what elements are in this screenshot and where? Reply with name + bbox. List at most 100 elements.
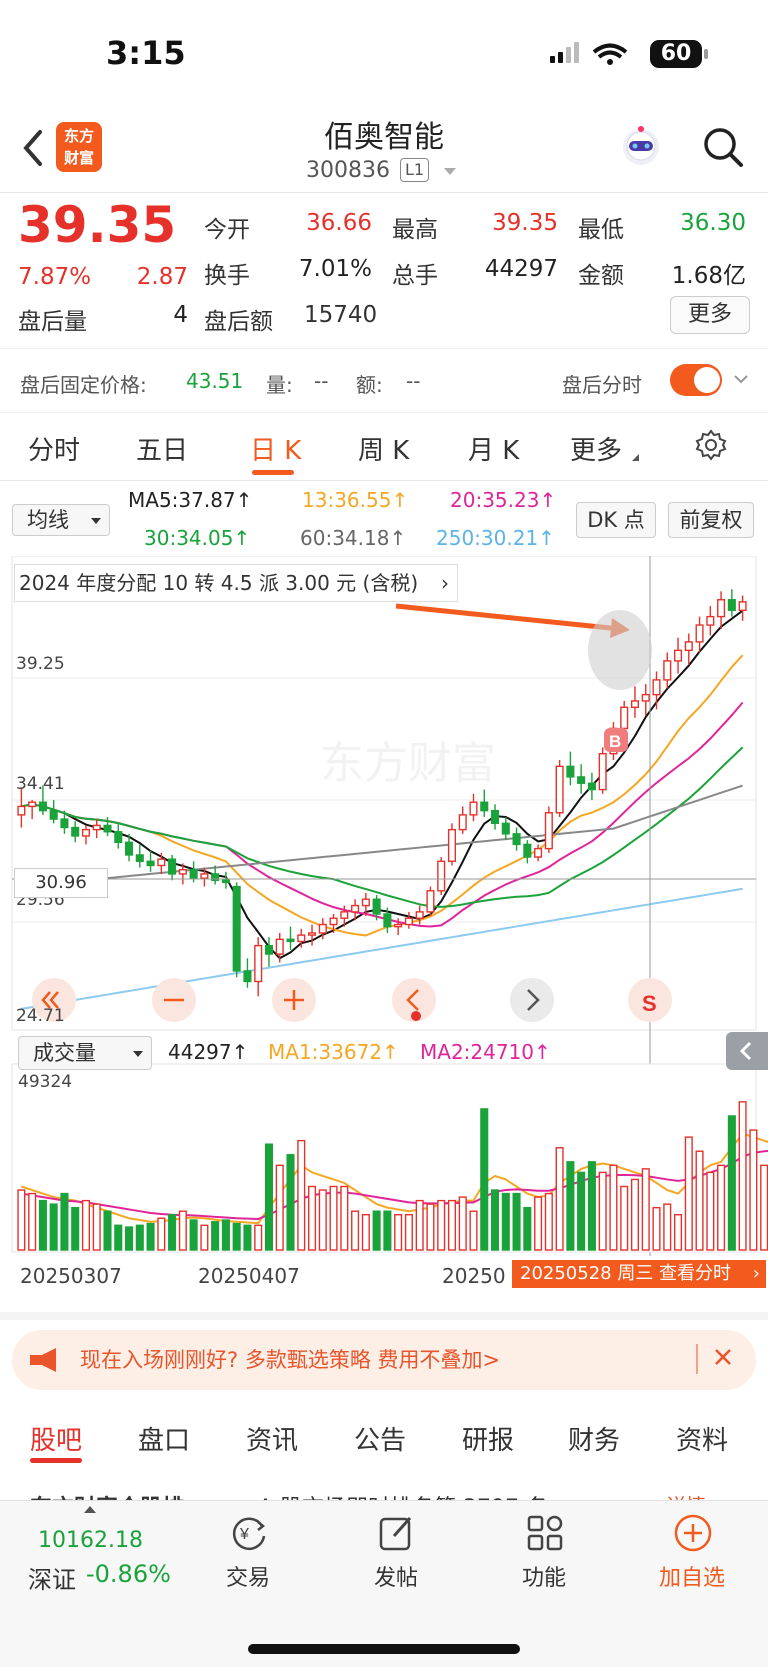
tab-news[interactable]: 资讯 (246, 1420, 298, 1457)
volume-bar (157, 1217, 166, 1251)
volume-bar (329, 1185, 338, 1251)
tab-more[interactable]: 更多 (570, 430, 622, 467)
volume-bar (124, 1226, 134, 1251)
volume-indicator-selector[interactable]: 成交量 (18, 1036, 152, 1070)
volume-max-label: 49324 (18, 1072, 73, 1092)
y-tick-2: 34.41 (16, 774, 65, 794)
volume-bar (81, 1199, 91, 1251)
tab-financials[interactable]: 财务 (568, 1420, 620, 1457)
post-icon[interactable] (376, 1512, 418, 1554)
selected-date-text: 20250528 周三 查看分时 (520, 1263, 732, 1284)
kline-chart[interactable]: 东方财富 B S (0, 556, 768, 1316)
nav-functions[interactable]: 功能 (494, 1560, 594, 1592)
dk-point-button[interactable]: DK 点 (576, 502, 656, 538)
volume-bar (609, 1164, 618, 1251)
chevron-left-icon (739, 1041, 752, 1061)
volume-bar (297, 1139, 306, 1251)
candle-body (383, 913, 392, 928)
gear-icon[interactable] (694, 428, 728, 462)
chevron-right-icon: › (441, 571, 449, 595)
tab-daily-k[interactable]: 日 K (250, 430, 301, 467)
tab-order-book[interactable]: 盘口 (138, 1420, 190, 1457)
volume-bar (114, 1224, 123, 1251)
tab-forum[interactable]: 股吧 (30, 1420, 82, 1457)
date-label-3: 20250 (442, 1264, 506, 1288)
tab-five-day[interactable]: 五日 (136, 430, 188, 467)
tab-monthly-k[interactable]: 月 K (468, 430, 519, 467)
candle-body (286, 938, 295, 943)
candle-body (620, 706, 629, 730)
next-button[interactable] (510, 978, 554, 1022)
adjustment-button[interactable]: 前复权 (668, 502, 754, 538)
volume-bar (415, 1199, 424, 1251)
volume-bar (383, 1210, 392, 1251)
chevron-down-icon[interactable] (734, 372, 748, 386)
level-badge[interactable]: L1 (400, 158, 430, 182)
nav-post[interactable]: 发帖 (346, 1560, 446, 1592)
fixed-price-value: 43.51 (186, 369, 244, 393)
search-icon[interactable] (700, 124, 746, 170)
tab-announcements[interactable]: 公告 (354, 1420, 406, 1457)
volume-bar (275, 1164, 284, 1251)
candle-body (663, 660, 672, 681)
battery-nub (704, 49, 708, 59)
candle-body (404, 917, 413, 926)
sell-marker-button[interactable]: S (628, 978, 672, 1022)
indicator-selector[interactable]: 均线 (12, 504, 110, 536)
zoom-out-button[interactable] (152, 978, 196, 1022)
volume-bar (749, 1129, 758, 1251)
tab-research[interactable]: 研报 (462, 1420, 514, 1457)
volume-bar (512, 1192, 521, 1251)
volume-bar (544, 1192, 553, 1251)
apps-icon[interactable] (524, 1512, 566, 1554)
volume-bar (566, 1161, 575, 1251)
volume-bar (394, 1214, 403, 1251)
zoom-in-button[interactable] (272, 978, 316, 1022)
volume-bar (663, 1203, 672, 1251)
nav-trade[interactable]: 交易 (198, 1560, 298, 1592)
candle-body (458, 814, 467, 831)
volume-bar (469, 1210, 478, 1251)
candle-body (168, 858, 177, 875)
selected-date-flag[interactable]: 20250528 周三 查看分时 › (512, 1260, 766, 1288)
prev-button[interactable] (392, 978, 436, 1022)
add-watchlist-icon[interactable] (672, 1512, 714, 1554)
more-quote-button[interactable]: 更多 (670, 296, 750, 334)
candle-body (695, 624, 704, 643)
volume-bar (673, 1214, 683, 1251)
index-change-percent[interactable]: -0.86% (86, 1560, 171, 1588)
collapse-panel-button[interactable] (726, 1032, 768, 1070)
volume-bar (717, 1164, 726, 1251)
promo-text[interactable]: 现在入场刚刚好? 多款甄选策略 费用不叠加> (80, 1344, 500, 1374)
trade-icon[interactable]: ¥ (228, 1512, 270, 1554)
candle-body (103, 824, 112, 833)
index-name[interactable]: 深证 (28, 1560, 76, 1595)
divider (0, 412, 768, 413)
dividend-banner[interactable]: 2024 年度分配 10 转 4.5 派 3.00 元 (含税) › (14, 564, 458, 602)
tab-intraday[interactable]: 分时 (28, 430, 80, 467)
after-hours-volume-label: 盘后量 (18, 309, 87, 335)
close-icon[interactable] (710, 1342, 736, 1372)
chevron-down-icon[interactable] (444, 168, 456, 175)
candle-body (114, 831, 123, 843)
candle-body (437, 860, 446, 892)
dividend-text: 2024 年度分配 10 转 4.5 派 3.00 元 (含税) (19, 571, 419, 595)
index-value[interactable]: 10162.18 (38, 1528, 143, 1553)
tab-profile[interactable]: 资料 (676, 1420, 728, 1457)
volume-bar (372, 1210, 381, 1251)
ma30-label: 30:34.05↑ (144, 526, 251, 550)
open-label: 今开 (204, 217, 250, 243)
candle-body (38, 801, 47, 812)
divider (0, 348, 768, 349)
nav-add-watchlist[interactable]: 加自选 (642, 1560, 742, 1592)
volume-bar (189, 1219, 198, 1251)
divider (0, 480, 768, 481)
caret-down-icon (91, 518, 101, 524)
volume-bar (286, 1154, 295, 1251)
robot-assistant-icon[interactable] (618, 124, 664, 170)
tab-weekly-k[interactable]: 周 K (358, 430, 409, 467)
candle-body (243, 970, 252, 983)
status-signal-icon (550, 42, 628, 65)
last-price: 39.35 (18, 196, 177, 254)
candle-body (394, 923, 403, 928)
